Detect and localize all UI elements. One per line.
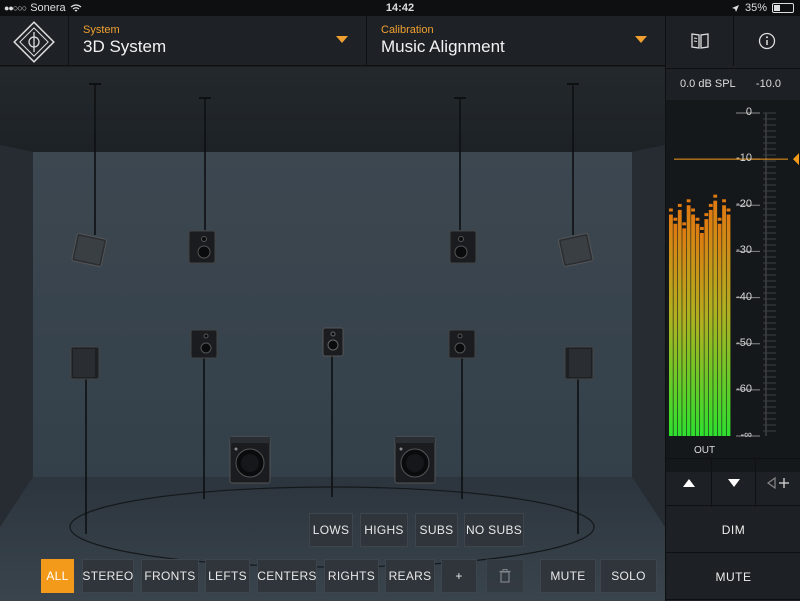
filter-centers-button[interactable]: CENTERS <box>257 559 317 593</box>
speaker-front-right[interactable] <box>448 329 476 359</box>
speaker-right[interactable] <box>564 346 594 380</box>
calibration-caption: Calibration <box>381 24 434 36</box>
meter-bar <box>713 200 718 436</box>
scale-label: -60 <box>736 382 752 395</box>
spl-readout: 0.0 dB SPL <box>680 78 736 90</box>
scale-label: -50 <box>736 336 752 349</box>
header: System 3D System Calibration Music Align… <box>0 16 665 66</box>
level-readout-value: -10.0 <box>755 78 781 90</box>
chevron-down-icon <box>635 36 647 43</box>
out-label: OUT <box>694 445 716 456</box>
mute-all-button[interactable]: MUTE <box>666 554 800 600</box>
meter-peak <box>704 213 709 217</box>
meter-peak <box>677 203 682 207</box>
fader-handle-icon <box>793 153 799 166</box>
trash-icon <box>499 569 511 583</box>
chevron-down-icon <box>336 36 348 43</box>
meter-bar <box>686 205 691 436</box>
meter-bar <box>695 223 700 436</box>
speaker-center[interactable] <box>322 327 344 357</box>
scale-label: 0 <box>745 106 752 118</box>
filter-all-button[interactable]: ALL <box>41 559 74 593</box>
info-button[interactable] <box>733 16 800 66</box>
scale-label: -20 <box>736 198 752 211</box>
filter-rights-button[interactable]: RIGHTS <box>324 559 379 593</box>
meter-bar <box>682 228 687 436</box>
speaker-front-left[interactable] <box>190 329 218 359</box>
level-readout: 0.0 dB SPL -10.0 <box>666 68 800 100</box>
speaker-top-front-left[interactable] <box>188 230 216 264</box>
meter-bar <box>677 209 682 436</box>
speaker-top-front-right[interactable] <box>449 230 477 264</box>
room-view[interactable]: LOWS HIGHS SUBS NO SUBS ALL STEREO FRONT… <box>0 67 665 601</box>
meter-peak <box>669 208 673 212</box>
meter-peak <box>700 226 704 230</box>
meter-bar <box>691 214 695 436</box>
mute-speakers-button[interactable]: MUTE <box>540 559 596 593</box>
filter-lows-button[interactable]: LOWS <box>309 513 353 547</box>
previous-output-button[interactable] <box>666 459 711 507</box>
calibration-selector[interactable]: Calibration Music Alignment <box>366 16 665 66</box>
meter-peak <box>695 217 700 221</box>
filter-lefts-button[interactable]: LEFTS <box>205 559 250 593</box>
meter-bar <box>673 223 678 436</box>
battery-percent: 35% <box>744 2 767 14</box>
meter-bar <box>704 219 709 436</box>
filter-subs-button[interactable]: SUBS <box>415 513 458 547</box>
meter-peak <box>673 217 678 221</box>
output-meter[interactable]: 0 -10 -20 -30 -40 -50 -60 -∞ OUT <box>666 100 800 472</box>
filter-stereo-button[interactable]: STEREO <box>82 559 134 593</box>
delete-group-button[interactable] <box>486 559 524 593</box>
solo-speakers-button[interactable]: SOLO <box>600 559 657 593</box>
meter-peak <box>686 199 691 203</box>
arrow-up-icon <box>682 479 695 487</box>
book-icon <box>690 33 709 49</box>
brand-logo-icon <box>13 21 55 63</box>
meter-peak <box>691 208 695 212</box>
meter-peak <box>717 217 722 221</box>
add-speaker-button[interactable] <box>756 459 800 507</box>
filter-no-subs-button[interactable]: NO SUBS <box>464 513 524 547</box>
system-caption: System <box>83 24 120 36</box>
meter-peak <box>682 222 687 226</box>
meter-peak <box>713 194 718 198</box>
next-output-button[interactable] <box>711 459 756 507</box>
meter-bar <box>669 214 673 436</box>
filter-fronts-button[interactable]: FRONTS <box>141 559 199 593</box>
calibration-value: Music Alignment <box>381 37 505 56</box>
subwoofer-right[interactable] <box>394 436 436 484</box>
location-icon <box>731 4 739 12</box>
status-bar: ●●○○○ Sonera 14:42 35% <box>0 0 800 16</box>
scale-label: -∞ <box>740 429 752 441</box>
output-navigation <box>666 458 800 507</box>
scale-label: -40 <box>736 290 752 303</box>
meter-bar <box>717 223 722 436</box>
battery-icon <box>772 3 794 13</box>
output-panel: 0.0 dB SPL -10.0 0 -10 -20 -30 -40 -50 -60 -∞ O… <box>665 16 800 601</box>
speaker-top-left[interactable] <box>70 233 108 269</box>
meter-peak <box>708 203 713 207</box>
filter-rears-button[interactable]: REARS <box>385 559 435 593</box>
meter-bar <box>708 209 713 436</box>
speaker-top-right[interactable] <box>557 233 595 269</box>
scale-label: -10 <box>736 152 752 165</box>
arrow-down-icon <box>727 479 740 487</box>
meter-bar <box>700 232 704 436</box>
system-value: 3D System <box>83 37 167 56</box>
filter-highs-button[interactable]: HIGHS <box>360 513 408 547</box>
subwoofer-left[interactable] <box>229 436 271 484</box>
dim-button[interactable]: DIM <box>666 507 800 553</box>
add-group-button[interactable]: + <box>441 559 477 593</box>
system-selector[interactable]: System 3D System <box>68 16 366 66</box>
add-speaker-icon <box>766 476 789 490</box>
speaker-left[interactable] <box>70 346 100 380</box>
info-icon <box>758 32 776 50</box>
manual-button[interactable] <box>666 16 733 66</box>
clock: 14:42 <box>385 2 415 14</box>
scale-label: -30 <box>736 244 752 257</box>
meter-bar <box>722 205 726 436</box>
